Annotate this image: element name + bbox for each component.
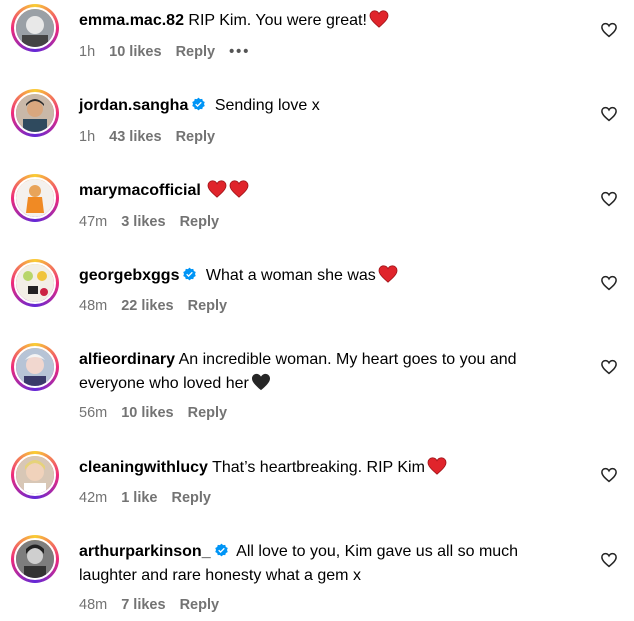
comment-likes[interactable]: 1 like: [121, 490, 157, 506]
comment-likes[interactable]: 22 likes: [121, 298, 173, 314]
avatar[interactable]: [11, 174, 59, 222]
more-options-icon[interactable]: •••: [229, 44, 250, 60]
reply-button[interactable]: Reply: [180, 597, 220, 613]
avatar[interactable]: [11, 343, 59, 391]
reply-button[interactable]: Reply: [172, 490, 212, 506]
red-heart-emoji-icon: [378, 265, 398, 283]
comment-time: 1h: [79, 129, 96, 145]
comment-text: An incredible woman. My heart goes to yo…: [178, 351, 517, 368]
comment-time: 56m: [79, 405, 108, 421]
reply-button[interactable]: Reply: [176, 129, 216, 145]
avatar[interactable]: [11, 89, 59, 137]
comment-username[interactable]: georgebxggs: [79, 267, 179, 284]
reply-button[interactable]: Reply: [188, 298, 228, 314]
avatar[interactable]: [11, 259, 59, 307]
comment-text: That’s heartbreaking. RIP Kim: [212, 459, 425, 476]
comment-text-continued: everyone who loved her: [79, 375, 249, 392]
reply-button[interactable]: Reply: [176, 44, 216, 60]
heart-outline-icon[interactable]: [600, 466, 618, 484]
comment-text: What a woman she was: [205, 267, 376, 284]
comment-username[interactable]: jordan.sangha: [79, 97, 188, 114]
comment-likes[interactable]: 3 likes: [121, 214, 165, 230]
comment-time: 42m: [79, 490, 108, 506]
comment-time: 48m: [79, 597, 108, 613]
heart-outline-icon[interactable]: [600, 551, 618, 569]
comment-username[interactable]: emma.mac.82: [79, 12, 184, 29]
red-heart-emoji-icon: [369, 10, 389, 28]
verified-badge-icon: [183, 267, 197, 281]
comment-username[interactable]: arthurparkinson_: [79, 543, 211, 560]
heart-outline-icon[interactable]: [600, 105, 618, 123]
comment-likes[interactable]: 10 likes: [121, 405, 173, 421]
reply-button[interactable]: Reply: [188, 405, 228, 421]
reply-button[interactable]: Reply: [180, 214, 220, 230]
comment-username[interactable]: cleaningwithlucy: [79, 459, 208, 476]
avatar[interactable]: [11, 4, 59, 52]
comment-likes[interactable]: 10 likes: [109, 44, 161, 60]
comment-text: Sending love x: [214, 97, 320, 114]
comment-likes[interactable]: 43 likes: [109, 129, 161, 145]
verified-badge-icon: [192, 97, 206, 111]
comment-time: 1h: [79, 44, 96, 60]
comment-time: 47m: [79, 214, 108, 230]
heart-outline-icon[interactable]: [600, 274, 618, 292]
avatar[interactable]: [11, 535, 59, 583]
heart-outline-icon[interactable]: [600, 21, 618, 39]
comment-text-continued: laughter and rare honesty what a gem x: [79, 567, 361, 584]
red-heart-emoji-icon: [229, 180, 249, 198]
red-heart-emoji-icon: [207, 180, 227, 198]
heart-outline-icon[interactable]: [600, 358, 618, 376]
heart-outline-icon[interactable]: [600, 190, 618, 208]
comment-likes[interactable]: 7 likes: [121, 597, 165, 613]
avatar[interactable]: [11, 451, 59, 499]
verified-badge-icon: [214, 543, 228, 557]
black-heart-emoji-icon: [251, 373, 270, 391]
comment-text: RIP Kim. You were great!: [188, 12, 367, 29]
comment-time: 48m: [79, 298, 108, 314]
comment-username[interactable]: alfieordinary: [79, 351, 175, 368]
red-heart-emoji-icon: [427, 457, 447, 475]
comment-username[interactable]: marymacofficial: [79, 182, 201, 199]
comment-text: All love to you, Kim gave us all so much: [236, 543, 519, 560]
